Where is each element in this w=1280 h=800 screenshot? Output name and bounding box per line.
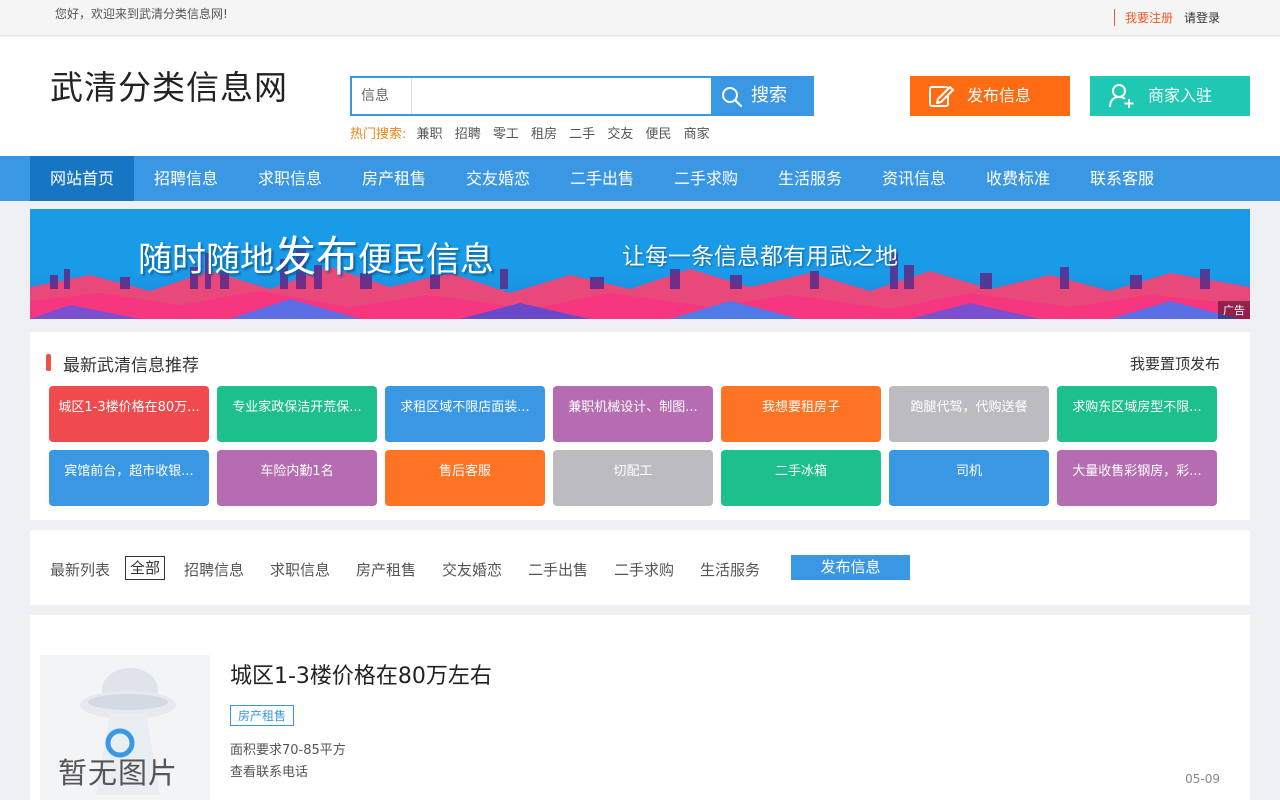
- filter-publish-button[interactable]: 发布信息: [791, 555, 910, 580]
- no-image-text: 暂无图片: [58, 756, 179, 790]
- nav-item-news[interactable]: 资讯信息: [862, 156, 966, 201]
- hot-searches: 热门搜索: 兼职 招聘 零工 租房 二手 交友 便民 商家: [350, 123, 718, 142]
- recommend-tile[interactable]: 求购东区域房型不限...: [1057, 386, 1217, 442]
- search-button-label: 搜索: [751, 85, 787, 106]
- ad-label: 广告: [1218, 301, 1250, 319]
- filter-jobs[interactable]: 招聘信息: [184, 559, 244, 580]
- search-input[interactable]: [413, 78, 713, 114]
- filter-life-services[interactable]: 生活服务: [700, 559, 760, 580]
- recommend-tile[interactable]: 大量收售彩钢房，彩...: [1057, 450, 1217, 506]
- login-link[interactable]: 请登录: [1184, 9, 1220, 26]
- banner-tagline: 让每一条信息都有用武之地: [622, 244, 898, 270]
- nav-item-job-seeking[interactable]: 求职信息: [238, 156, 342, 201]
- hot-search-term[interactable]: 招聘: [455, 127, 481, 142]
- hot-search-term[interactable]: 零工: [493, 127, 519, 142]
- hot-search-term[interactable]: 交友: [607, 127, 633, 142]
- filter-dating[interactable]: 交友婚恋: [442, 559, 502, 580]
- hot-search-term[interactable]: 兼职: [417, 127, 443, 142]
- publish-info-button[interactable]: 发布信息: [910, 76, 1070, 116]
- nav-item-pricing[interactable]: 收费标准: [966, 156, 1070, 201]
- filter-secondhand-sale[interactable]: 二手出售: [528, 559, 588, 580]
- recommend-tile[interactable]: 二手冰箱: [721, 450, 881, 506]
- filter-real-estate[interactable]: 房产租售: [356, 559, 416, 580]
- register-link[interactable]: 我要注册: [1114, 9, 1173, 26]
- listing-date: 05-09: [1185, 772, 1220, 786]
- recommend-panel: 最新武清信息推荐 我要置顶发布 城区1-3楼价格在80万... 专业家政保洁开荒…: [30, 332, 1250, 520]
- merchant-join-button[interactable]: 商家入驻: [1090, 76, 1250, 116]
- recommend-title: 最新武清信息推荐: [63, 356, 199, 376]
- listing-title[interactable]: 城区1-3楼价格在80万左右: [230, 658, 492, 690]
- ad-banner[interactable]: 随时随地发布便民信息 让每一条信息都有用武之地 广告: [30, 209, 1250, 319]
- recommend-tile[interactable]: 我想要租房子: [721, 386, 881, 442]
- main-nav: 网站首页 招聘信息 求职信息 房产租售 交友婚恋 二手出售 二手求购 生活服务 …: [0, 156, 1280, 201]
- recommend-tile[interactable]: 司机: [889, 450, 1049, 506]
- recommend-tile[interactable]: 求租区域不限店面装...: [385, 386, 545, 442]
- site-header: 武清分类信息网 信息 搜索 热门搜索: 兼职 招聘 零工 租房 二手 交友 便民…: [0, 37, 1280, 156]
- search-box: 信息 搜索: [350, 76, 814, 116]
- recommend-tile[interactable]: 切配工: [553, 450, 713, 506]
- listing-thumbnail[interactable]: 暂无图片: [40, 655, 210, 800]
- hot-search-term[interactable]: 租房: [531, 127, 557, 142]
- nav-item-jobs[interactable]: 招聘信息: [134, 156, 238, 201]
- filter-secondhand-wanted[interactable]: 二手求购: [614, 559, 674, 580]
- recommend-tile[interactable]: 售后客服: [385, 450, 545, 506]
- nav-item-secondhand-wanted[interactable]: 二手求购: [654, 156, 758, 201]
- hot-search-label: 热门搜索:: [350, 127, 407, 142]
- view-phone-link[interactable]: 查看联系电话: [230, 761, 308, 780]
- search-category-select[interactable]: 信息: [352, 78, 412, 114]
- recommend-tile[interactable]: 兼职机械设计、制图...: [553, 386, 713, 442]
- site-logo[interactable]: 武清分类信息网: [50, 61, 288, 109]
- listing-category-tag[interactable]: 房产租售: [230, 705, 295, 726]
- nav-item-life-services[interactable]: 生活服务: [758, 156, 862, 201]
- recommend-tile[interactable]: 城区1-3楼价格在80万...: [49, 386, 209, 442]
- edit-icon: [929, 86, 954, 107]
- recommend-tile[interactable]: 专业家政保洁开荒保...: [217, 386, 377, 442]
- hot-search-term[interactable]: 商家: [684, 127, 710, 142]
- top-bar: 您好，欢迎来到武清分类信息网! 我要注册 请登录: [0, 0, 1280, 36]
- listing-filter-bar: 最新列表 全部 招聘信息 求职信息 房产租售 交友婚恋 二手出售 二手求购 生活…: [30, 530, 1250, 605]
- nav-item-home[interactable]: 网站首页: [30, 156, 134, 201]
- listing-panel: 暂无图片 城区1-3楼价格在80万左右 房产租售 面积要求70-85平方 查看联…: [30, 615, 1250, 800]
- search-icon: [722, 87, 743, 108]
- banner-slogan: 随时随地发布便民信息: [138, 232, 495, 281]
- publish-info-label: 发布信息: [967, 86, 1032, 105]
- top-publish-link[interactable]: 我要置顶发布: [1130, 353, 1220, 374]
- hot-search-term[interactable]: 便民: [645, 127, 671, 142]
- recommend-tile[interactable]: 跑腿代驾，代购送餐: [889, 386, 1049, 442]
- filter-label: 最新列表: [50, 561, 111, 579]
- nav-item-dating[interactable]: 交友婚恋: [446, 156, 550, 201]
- filter-job-seeking[interactable]: 求职信息: [270, 559, 330, 580]
- section-marker: [46, 354, 51, 371]
- hot-search-term[interactable]: 二手: [569, 127, 595, 142]
- recommend-tile[interactable]: 宾馆前台，超市收银...: [49, 450, 209, 506]
- search-button[interactable]: 搜索: [711, 78, 812, 114]
- merchant-join-label: 商家入驻: [1148, 86, 1213, 105]
- welcome-text: 您好，欢迎来到武清分类信息网!: [55, 7, 228, 21]
- add-user-icon: [1109, 84, 1134, 108]
- listing-description: 面积要求70-85平方: [230, 743, 346, 758]
- nav-item-contact[interactable]: 联系客服: [1070, 156, 1174, 201]
- nav-item-real-estate[interactable]: 房产租售: [342, 156, 446, 201]
- recommend-tile[interactable]: 车险内勤1名: [217, 450, 377, 506]
- filter-all[interactable]: 全部: [125, 556, 166, 580]
- nav-item-secondhand-sale[interactable]: 二手出售: [550, 156, 654, 201]
